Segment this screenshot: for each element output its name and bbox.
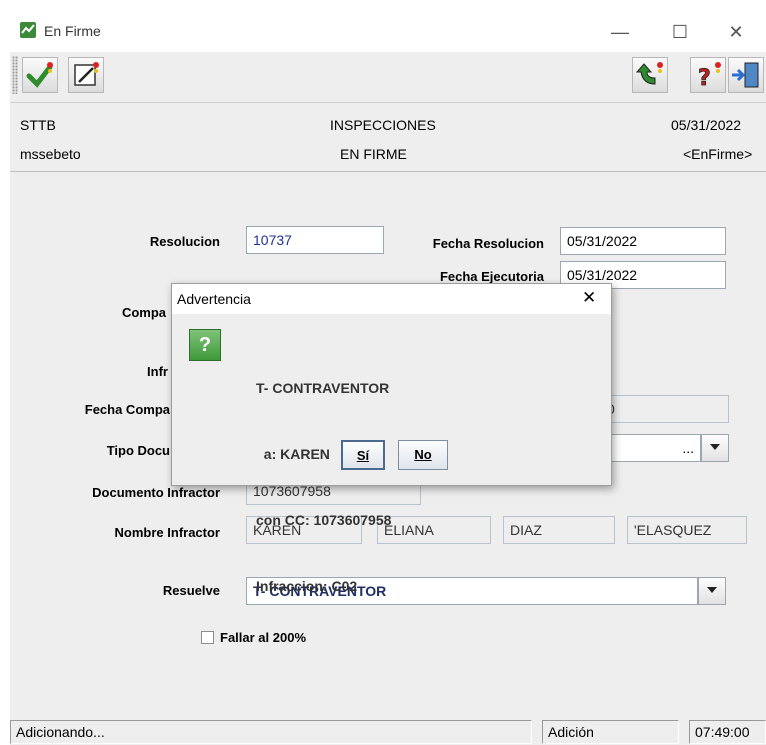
- warning-dialog: Advertencia ✕ ? T- CONTRAVENTOR a: KAREN…: [171, 283, 612, 594]
- yes-button-label: Sí: [356, 448, 370, 463]
- fecha-resolucion-label: Fecha Resolucion: [432, 236, 544, 251]
- dialog-title: Advertencia: [177, 291, 251, 307]
- undo-button[interactable]: [632, 57, 668, 93]
- module-title: INSPECCIONES: [330, 117, 436, 133]
- status-message: Adicionando...: [10, 720, 532, 744]
- resuelve-label: Resuelve: [162, 583, 220, 598]
- accept-button[interactable]: [22, 57, 58, 93]
- chevron-down-icon: [707, 587, 717, 593]
- segundo-apellido-input[interactable]: 'ELASQUEZ: [627, 516, 747, 544]
- fallar-checkbox[interactable]: [201, 631, 214, 644]
- status-mode: Adición: [542, 720, 679, 744]
- primer-apellido-input[interactable]: DIAZ: [503, 516, 615, 544]
- exit-button[interactable]: [728, 57, 764, 93]
- screen-title: EN FIRME: [340, 146, 407, 162]
- help-icon: ?: [698, 62, 721, 91]
- compa-label: Compa: [121, 305, 166, 320]
- nombre-infractor-label: Nombre Infractor: [114, 525, 220, 540]
- accept-icon: [26, 62, 53, 88]
- edit-icon: [74, 62, 99, 86]
- resolucion-input[interactable]: 10737: [246, 226, 384, 254]
- window-title-bar: En Firme — ☐ ✕: [10, 14, 766, 52]
- infr-label: Infr: [147, 364, 168, 379]
- resuelve-dropdown[interactable]: [698, 577, 726, 605]
- minimize-button[interactable]: —: [600, 18, 640, 46]
- fecha-compa-input[interactable]: 0: [600, 395, 729, 423]
- undo-icon: [635, 62, 663, 85]
- dialog-close-button[interactable]: ✕: [582, 288, 596, 308]
- status-bar: Adicionando... Adición 07:49:00: [10, 712, 766, 745]
- no-button-label: No: [414, 447, 432, 462]
- chevron-down-icon: [710, 444, 720, 450]
- fecha-ejecutoria-label: Fecha Ejecutoria: [439, 269, 544, 284]
- dialog-line-3: con CC: 1073607958: [256, 512, 392, 528]
- yes-button[interactable]: Sí: [341, 440, 385, 470]
- documento-infractor-label: Documento Infractor: [92, 485, 220, 500]
- no-button[interactable]: No: [398, 440, 448, 470]
- status-time: 07:49:00: [689, 720, 766, 744]
- fecha-compa-label: Fecha Compa: [84, 402, 170, 417]
- dialog-line-1: T- CONTRAVENTOR: [256, 380, 390, 396]
- edit-button[interactable]: [68, 57, 104, 93]
- tipo-docu-label: Tipo Docu: [106, 443, 170, 458]
- toolbar-grip[interactable]: [12, 56, 18, 94]
- dialog-message: T- CONTRAVENTOR a: KAREN con CC: 1073607…: [256, 333, 391, 641]
- maximize-button[interactable]: ☐: [660, 18, 700, 46]
- username: mssebeto: [20, 146, 81, 162]
- toolbar: ?: [10, 52, 766, 103]
- company-code: STTB: [20, 117, 56, 133]
- exit-icon: [732, 62, 759, 88]
- svg-text:?: ?: [698, 66, 711, 91]
- resolucion-label: Resolucion: [149, 234, 220, 249]
- fecha-resolucion-input[interactable]: 05/31/2022: [560, 227, 726, 255]
- segundo-nombre-input[interactable]: ELIANA: [377, 516, 491, 544]
- close-window-button[interactable]: ✕: [716, 18, 756, 46]
- header-date: 05/31/2022: [671, 117, 742, 133]
- tipo-docu-dropdown[interactable]: [701, 434, 729, 462]
- screen-code: <EnFirme>: [683, 146, 753, 162]
- tipo-docu-select[interactable]: ...: [600, 434, 701, 462]
- dialog-line-4: Infraccion: C02: [256, 578, 358, 594]
- header-panel: STTB INSPECCIONES 05/31/2022 mssebeto EN…: [10, 103, 766, 172]
- window-title: En Firme: [44, 23, 101, 39]
- question-icon: ?: [189, 329, 221, 361]
- dialog-title-bar: Advertencia ✕: [172, 284, 611, 314]
- help-button[interactable]: ?: [690, 57, 726, 93]
- app-icon: [20, 22, 36, 38]
